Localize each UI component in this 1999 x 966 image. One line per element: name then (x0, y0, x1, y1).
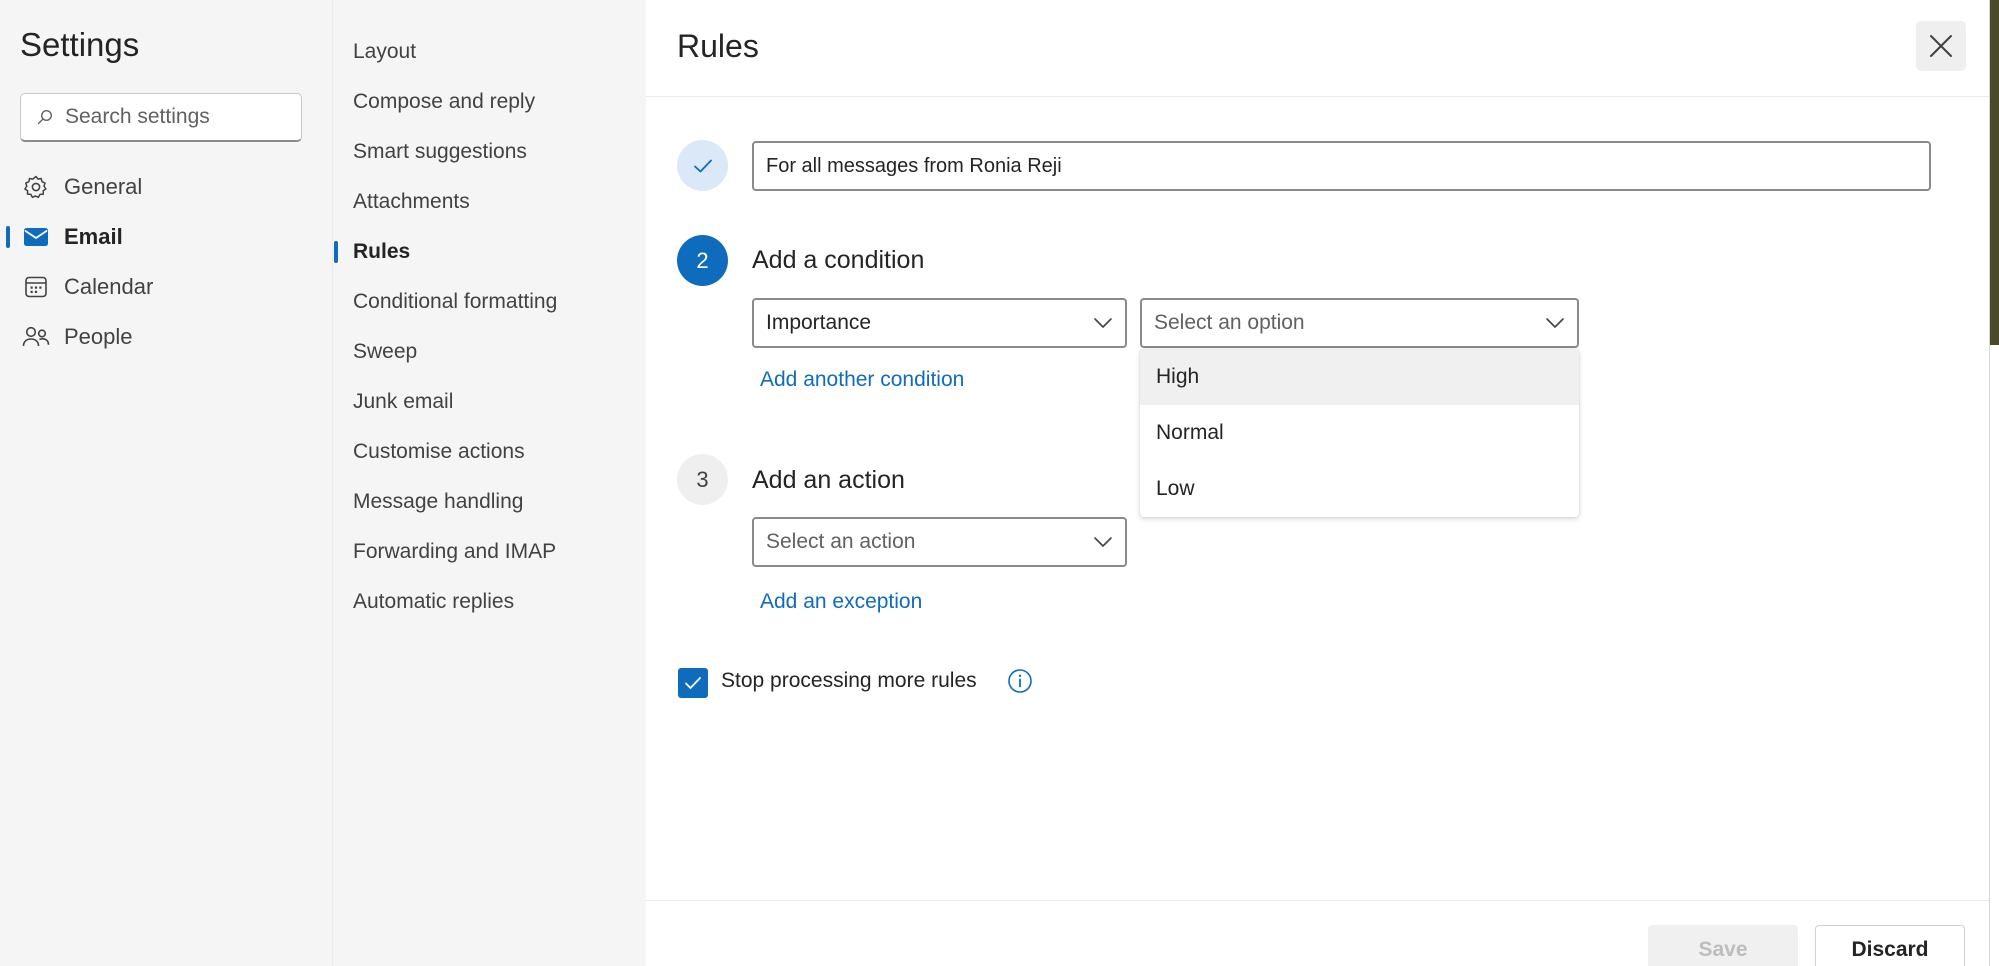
option-high[interactable]: High (1140, 349, 1579, 405)
close-button[interactable] (1916, 21, 1966, 71)
nav-customise-actions[interactable]: Customise actions (333, 427, 647, 477)
chevron-down-icon (1546, 318, 1564, 328)
step-1-complete-indicator (677, 140, 728, 191)
nav-sweep[interactable]: Sweep (333, 327, 647, 377)
nav-forwarding-and-imap[interactable]: Forwarding and IMAP (333, 527, 647, 577)
close-icon (1930, 35, 1952, 57)
settings-category-list: General Email Calendar People (0, 162, 332, 362)
info-icon[interactable] (1007, 668, 1033, 699)
category-email-label: Email (64, 224, 123, 249)
option-normal[interactable]: Normal (1140, 405, 1579, 461)
nav-junk-email[interactable]: Junk email (333, 377, 647, 427)
email-settings-list: Layout Compose and reply Smart suggestio… (333, 27, 647, 627)
rules-panel: Rules For all messages from Ronia Reji 2… (646, 0, 1989, 966)
category-calendar-label: Calendar (64, 274, 154, 299)
action-placeholder: Select an action (766, 530, 916, 553)
search-settings-field[interactable] (20, 93, 302, 142)
condition-type-value: Importance (766, 311, 872, 334)
settings-sidebar: Settings General Email (0, 0, 332, 966)
page-title: Rules (677, 28, 759, 64)
nav-automatic-replies[interactable]: Automatic replies (333, 577, 647, 627)
add-another-condition-link[interactable]: Add another condition (760, 368, 964, 392)
condition-option-placeholder: Select an option (1154, 311, 1305, 334)
stop-processing-label: Stop processing more rules (721, 669, 977, 692)
people-icon (22, 323, 50, 351)
nav-message-handling[interactable]: Message handling (333, 477, 647, 527)
add-action-heading: Add an action (752, 466, 905, 494)
save-button[interactable]: Save (1648, 925, 1798, 966)
calendar-icon (22, 273, 50, 301)
step-3-indicator: 3 (677, 454, 728, 505)
checkmark-icon (693, 159, 712, 172)
option-low[interactable]: Low (1140, 461, 1579, 517)
gear-icon (22, 173, 50, 201)
nav-attachments[interactable]: Attachments (333, 177, 647, 227)
condition-option-dropdown[interactable]: Select an option (1140, 298, 1579, 348)
category-calendar[interactable]: Calendar (0, 262, 332, 312)
checkmark-icon (685, 677, 701, 689)
category-people[interactable]: People (0, 312, 332, 362)
mail-icon (22, 223, 50, 251)
header-divider (646, 96, 1989, 97)
chevron-down-icon (1094, 537, 1112, 547)
discard-button[interactable]: Discard (1815, 925, 1965, 966)
condition-type-dropdown[interactable]: Importance (752, 298, 1127, 348)
nav-compose-and-reply[interactable]: Compose and reply (333, 77, 647, 127)
nav-layout[interactable]: Layout (333, 27, 647, 77)
rule-name-input[interactable]: For all messages from Ronia Reji (752, 141, 1931, 191)
category-general[interactable]: General (0, 162, 332, 212)
action-dropdown[interactable]: Select an action (752, 517, 1127, 567)
category-general-label: General (64, 174, 143, 199)
importance-options-menu: High Normal Low (1140, 349, 1579, 517)
category-people-label: People (64, 324, 133, 349)
step-2-indicator: 2 (677, 235, 728, 286)
email-settings-nav: Layout Compose and reply Smart suggestio… (332, 0, 646, 966)
chevron-down-icon (1094, 318, 1112, 328)
settings-title: Settings (20, 26, 140, 63)
nav-rules[interactable]: Rules (333, 227, 647, 277)
nav-smart-suggestions[interactable]: Smart suggestions (333, 127, 647, 177)
search-icon (37, 109, 53, 125)
background-page-edge (1989, 0, 1999, 966)
background-image-fragment (1990, 0, 1999, 345)
stop-processing-checkbox[interactable] (678, 668, 708, 698)
add-exception-link[interactable]: Add an exception (760, 590, 922, 614)
add-condition-heading: Add a condition (752, 246, 925, 274)
nav-conditional-formatting[interactable]: Conditional formatting (333, 277, 647, 327)
category-email[interactable]: Email (0, 212, 332, 262)
search-settings-input[interactable] (65, 105, 285, 129)
footer-divider (646, 900, 1989, 901)
rule-name-value: For all messages from Ronia Reji (766, 154, 1062, 177)
